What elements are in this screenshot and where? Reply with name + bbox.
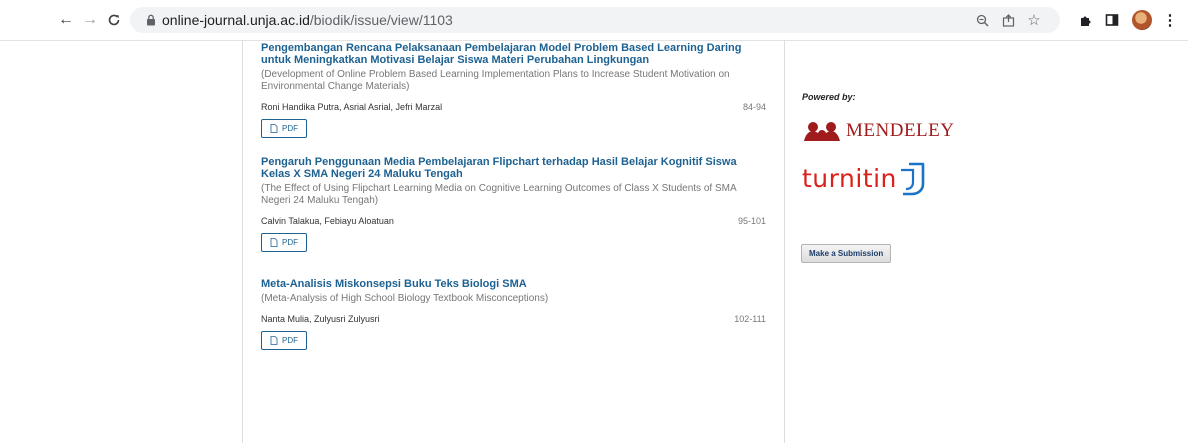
pdf-button[interactable]: PDF (261, 331, 307, 350)
address-bar[interactable]: online-journal.unja.ac.id/biodik/issue/v… (130, 7, 1060, 33)
make-submission-button[interactable]: Make a Submission (801, 244, 892, 263)
article-subtitle: (Development of Online Problem Based Lea… (261, 69, 730, 92)
side-panel-icon[interactable] (1102, 10, 1122, 30)
article-pages: 84-94 (742, 102, 766, 112)
article-meta: Nanta Mulia, Zulyusri Zulyusri 102-111 (261, 314, 766, 325)
article-meta: Roni Handika Putra, Asrial Asrial, Jefri… (261, 102, 766, 113)
url-host: online-journal.unja.ac.id (162, 12, 310, 28)
article-pages: 95-101 (737, 216, 766, 226)
url-path: /biodik/issue/view/1103 (309, 12, 453, 28)
article-item: Meta-Analisis Miskonsepsi Buku Teks Biol… (261, 278, 766, 350)
pdf-label: PDF (282, 124, 298, 133)
article-item: Pengaruh Penggunaan Media Pembelajaran F… (261, 156, 766, 252)
pdf-button[interactable]: PDF (261, 119, 307, 138)
browser-toolbar: ← → online-journal.unja.ac.id/biodik/iss… (0, 0, 1188, 41)
turnitin-logo[interactable]: turnitin (802, 158, 931, 198)
article-title-link[interactable]: Pengaruh Penggunaan Media Pembelajaran F… (261, 156, 766, 180)
article-pages: 102-111 (734, 314, 766, 324)
profile-avatar[interactable] (1132, 10, 1152, 30)
mendeley-logo[interactable]: MENDELEY (802, 118, 954, 144)
turnitin-icon (900, 162, 925, 196)
turnitin-wordmark: turnitin (802, 163, 897, 193)
article-title-link[interactable]: Pengembangan Rencana Pelaksanaan Pembela… (261, 42, 766, 66)
star-icon[interactable]: ☆ (1026, 12, 1042, 29)
pdf-button[interactable]: PDF (261, 233, 307, 252)
article-title-link[interactable]: Meta-Analisis Miskonsepsi Buku Teks Biol… (261, 278, 766, 290)
share-icon[interactable] (1000, 12, 1016, 28)
mendeley-wordmark: MENDELEY (846, 120, 955, 141)
zoom-icon[interactable] (974, 12, 990, 28)
extensions-puzzle-icon[interactable] (1076, 10, 1096, 30)
file-icon (270, 238, 278, 247)
back-arrow-icon[interactable]: ← (56, 10, 76, 30)
article-item: Pengembangan Rencana Pelaksanaan Pembela… (261, 42, 766, 138)
article-subtitle: (The Effect of Using Flipchart Learning … (261, 183, 737, 206)
pdf-label: PDF (282, 336, 298, 345)
kebab-menu-icon[interactable]: ⋮ (1160, 10, 1180, 30)
article-authors: Calvin Talakua, Febiayu Aloatuan (261, 216, 394, 226)
url-text: online-journal.unja.ac.id/biodik/issue/v… (162, 12, 453, 28)
issue-article-list: Pengembangan Rencana Pelaksanaan Pembela… (242, 40, 785, 443)
forward-arrow-icon[interactable]: → (80, 10, 100, 30)
article-authors: Roni Handika Putra, Asrial Asrial, Jefri… (261, 102, 443, 112)
article-meta: Calvin Talakua, Febiayu Aloatuan 95-101 (261, 216, 766, 227)
file-icon (270, 124, 278, 133)
reload-icon[interactable] (104, 10, 124, 30)
lock-icon[interactable] (144, 13, 158, 27)
article-authors: Nanta Mulia, Zulyusri Zulyusri (261, 314, 380, 324)
powered-by-label: Powered by: (802, 92, 856, 102)
mendeley-icon (804, 122, 840, 141)
file-icon (270, 336, 278, 345)
pdf-label: PDF (282, 238, 298, 247)
article-subtitle: (Meta-Analysis of High School Biology Te… (261, 293, 549, 304)
